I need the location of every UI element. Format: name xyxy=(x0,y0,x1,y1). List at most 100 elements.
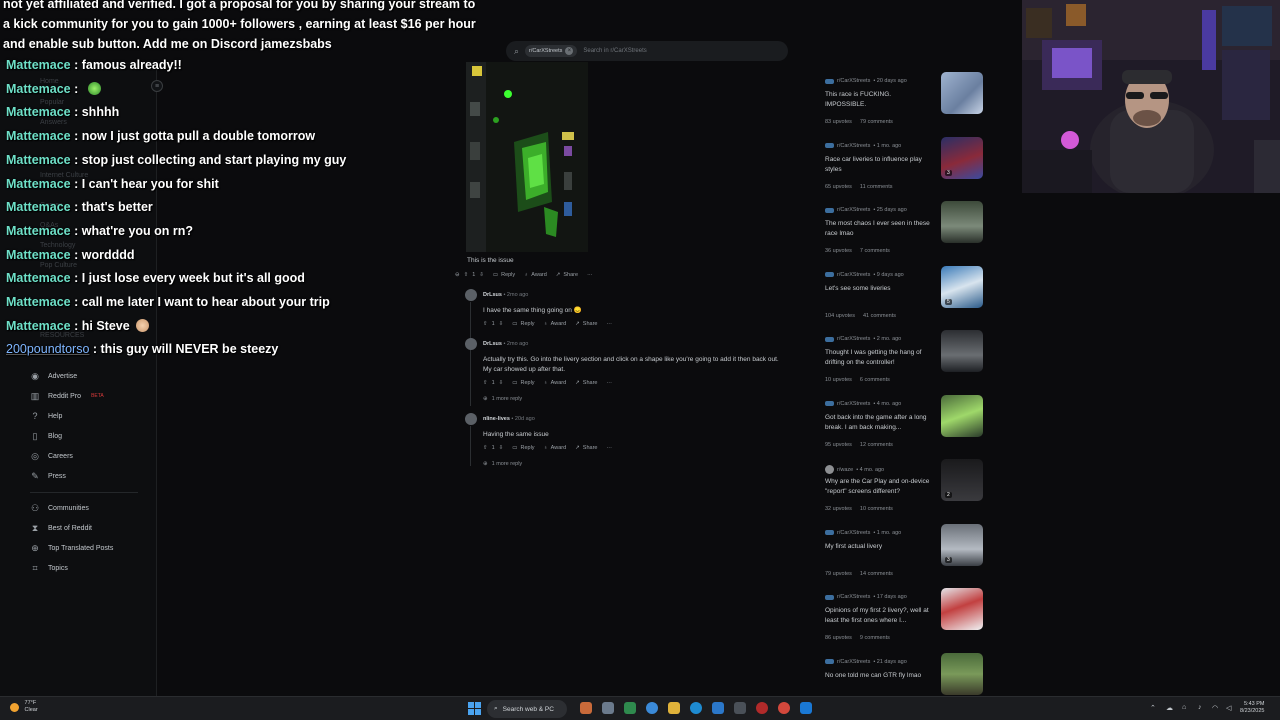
sidebar-item-top-translated-posts[interactable]: ⊕ Top Translated Posts xyxy=(30,540,113,556)
subreddit-name[interactable]: r/CarXStreets xyxy=(837,530,870,536)
post-title[interactable]: Why are the Car Play and on-device "repo… xyxy=(825,477,933,497)
more-options-button[interactable]: ··· xyxy=(606,321,612,327)
related-post-item[interactable]: r/CarXStreets • 9 days ago Let's see some… xyxy=(825,265,985,332)
post-thumbnail[interactable] xyxy=(941,330,983,372)
subreddit-name[interactable]: r/CarXStreets xyxy=(837,207,870,213)
post-title[interactable]: Got back into the game after a long brea… xyxy=(825,413,933,433)
related-post-item[interactable]: r/CarXStreets • 1 mo. ago Race car liveri… xyxy=(825,136,985,203)
sidebar-item-careers[interactable]: ◎ Careers xyxy=(30,448,73,464)
related-post-item[interactable]: r/CarXStreets • 2 mo. ago Thought I was g… xyxy=(825,330,985,396)
share-button[interactable]: ↗ Share xyxy=(575,321,597,327)
subreddit-filter-chip[interactable]: r/CarXStreets × xyxy=(525,45,578,57)
upvote-icon[interactable]: ⇧ xyxy=(483,445,488,451)
post-title[interactable]: Thought I was getting the hang of drifti… xyxy=(825,348,933,368)
avatar[interactable] xyxy=(465,289,477,301)
app-icon-outlook[interactable] xyxy=(712,702,724,714)
post-thumbnail[interactable]: 5 xyxy=(941,265,983,308)
avatar[interactable] xyxy=(465,413,477,425)
reply-button[interactable]: ▭ Reply xyxy=(493,272,515,278)
app-icon-taskview[interactable] xyxy=(602,702,614,714)
sidebar-item-blog[interactable]: ▯ Blog xyxy=(30,428,63,444)
downvote-icon[interactable]: ⇩ xyxy=(499,445,504,451)
subreddit-name[interactable]: r/waze xyxy=(837,467,853,473)
comment-collapse-icon[interactable]: ⊖ xyxy=(455,272,460,278)
share-button[interactable]: ↗ Share xyxy=(556,272,578,278)
folder-icon[interactable] xyxy=(668,702,680,714)
post-title[interactable]: Opinions of my first 2 livery?, well at … xyxy=(825,606,933,626)
share-button[interactable]: ↗ Share xyxy=(575,445,597,451)
sidebar-item-best-of-reddit[interactable]: ⧗ Best of Reddit xyxy=(30,520,92,536)
app-icon-widgets[interactable] xyxy=(580,702,592,714)
subreddit-name[interactable]: r/CarXStreets xyxy=(837,143,870,149)
related-post-item[interactable]: r/waze • 4 mo. ago Why are the Car Play a… xyxy=(825,459,985,525)
windows-start-icon[interactable] xyxy=(468,702,481,715)
sidebar-collapse-button[interactable]: ≡ xyxy=(151,80,163,92)
downvote-icon[interactable]: ⇩ xyxy=(479,272,484,278)
author-name[interactable]: DrLsus xyxy=(483,341,502,347)
system-clock[interactable]: 5:43 PM 8/23/2025 xyxy=(1240,701,1264,715)
post-thumbnail[interactable]: 3 xyxy=(941,136,983,179)
vote-control[interactable]: ⊖ ⇧ 1 ⇩ xyxy=(455,272,484,278)
post-title[interactable]: The most chaos I ever seen in these race… xyxy=(825,219,933,239)
related-post-item[interactable]: r/CarXStreets • 1 mo. ago My first actual… xyxy=(825,523,985,590)
chevron-up-icon[interactable]: ⌃ xyxy=(1150,704,1156,712)
sidebar-item-communities[interactable]: ⚇ Communities xyxy=(30,500,89,516)
cloud-icon[interactable]: ☁ xyxy=(1166,704,1173,712)
network-icon[interactable]: ⌂ xyxy=(1182,704,1186,711)
vote-control[interactable]: ⇧ 1 ⇩ xyxy=(483,321,503,327)
microphone-icon[interactable]: ♪ xyxy=(1198,704,1202,711)
post-thumbnail[interactable]: 2 xyxy=(941,459,983,501)
sidebar-item-help[interactable]: ? Help xyxy=(30,408,62,424)
subreddit-name[interactable]: r/CarXStreets xyxy=(837,272,870,278)
sidebar-item-resources[interactable]: RESOURCES xyxy=(40,332,84,339)
upvote-icon[interactable]: ⇧ xyxy=(483,380,488,386)
comment-author[interactable]: DrLsus • 2mo ago xyxy=(483,341,528,347)
search-bar[interactable]: ⌕ r/CarXStreets × Search in r/CarXStreet… xyxy=(506,41,788,61)
app-icon-chrome[interactable] xyxy=(646,702,658,714)
award-button[interactable]: ♁ Award xyxy=(544,321,567,327)
award-button[interactable]: ♁ Award xyxy=(544,445,567,451)
award-button[interactable]: ♁ Award xyxy=(524,272,547,278)
related-post-item[interactable]: r/CarXStreets • 25 days ago The most chao… xyxy=(825,201,985,267)
post-thumbnail[interactable] xyxy=(941,588,983,630)
app-icon-obs[interactable] xyxy=(756,702,768,714)
subreddit-name[interactable]: r/CarXStreets xyxy=(837,659,870,665)
sidebar-item-reddit-pro[interactable]: ▥ Reddit Pro BETA xyxy=(30,388,104,404)
sidebar-item-pop-culture[interactable]: Pop Culture xyxy=(40,262,77,269)
related-post-item[interactable]: r/CarXStreets • 4 mo. ago Got back into t… xyxy=(825,394,985,461)
volume-icon[interactable]: ◁ xyxy=(1226,704,1231,712)
related-post-item[interactable]: r/CarXStreets • 17 days ago Opinions of m… xyxy=(825,588,985,654)
post-thumbnail[interactable] xyxy=(941,72,983,114)
share-button[interactable]: ↗ Share xyxy=(575,380,597,386)
sidebar-item-topics[interactable]: ⌗ Topics xyxy=(30,560,67,576)
award-button[interactable]: ♁ Award xyxy=(544,380,567,386)
post-title[interactable]: My first actual livery xyxy=(825,542,933,552)
more-options-button[interactable]: ··· xyxy=(587,272,593,278)
upvote-icon[interactable]: ⇧ xyxy=(483,321,488,327)
subreddit-name[interactable]: r/CarXStreets xyxy=(837,336,870,342)
post-thumbnail[interactable] xyxy=(941,652,983,695)
reply-button[interactable]: ▭ Reply xyxy=(512,321,534,327)
close-icon[interactable]: × xyxy=(565,47,574,55)
post-title[interactable]: This race is FUCKING. IMPOSSIBLE. xyxy=(825,90,933,110)
search-input[interactable]: Search in r/CarXStreets xyxy=(583,48,646,54)
app-icon-steam[interactable] xyxy=(800,702,812,714)
post-title[interactable]: Race car liveries to influence play styl… xyxy=(825,155,933,175)
post-image[interactable] xyxy=(466,62,588,252)
comment-author[interactable]: nline-lives • 20d ago xyxy=(483,416,535,422)
comment-author[interactable]: DrLsus • 2mo ago xyxy=(483,292,528,298)
vote-control[interactable]: ⇧ 1 ⇩ xyxy=(483,445,503,451)
edge-icon[interactable] xyxy=(690,702,702,714)
reply-button[interactable]: ▭ Reply xyxy=(512,380,534,386)
sidebar-item-advertise[interactable]: ◉ Advertise xyxy=(30,368,77,384)
related-post-item[interactable]: r/CarXStreets • 20 days ago This race is … xyxy=(825,72,985,138)
more-replies-link[interactable]: ⊕ 1 more reply xyxy=(483,396,522,402)
post-thumbnail[interactable] xyxy=(941,201,983,243)
reply-button[interactable]: ▭ Reply xyxy=(512,445,534,451)
more-options-button[interactable]: ··· xyxy=(606,380,612,386)
post-thumbnail[interactable] xyxy=(941,394,983,437)
downvote-icon[interactable]: ⇩ xyxy=(499,380,504,386)
app-icon-camera[interactable] xyxy=(734,702,746,714)
wifi-icon[interactable]: ◠ xyxy=(1212,704,1218,712)
sidebar-item-press[interactable]: ✎ Press xyxy=(30,468,66,484)
